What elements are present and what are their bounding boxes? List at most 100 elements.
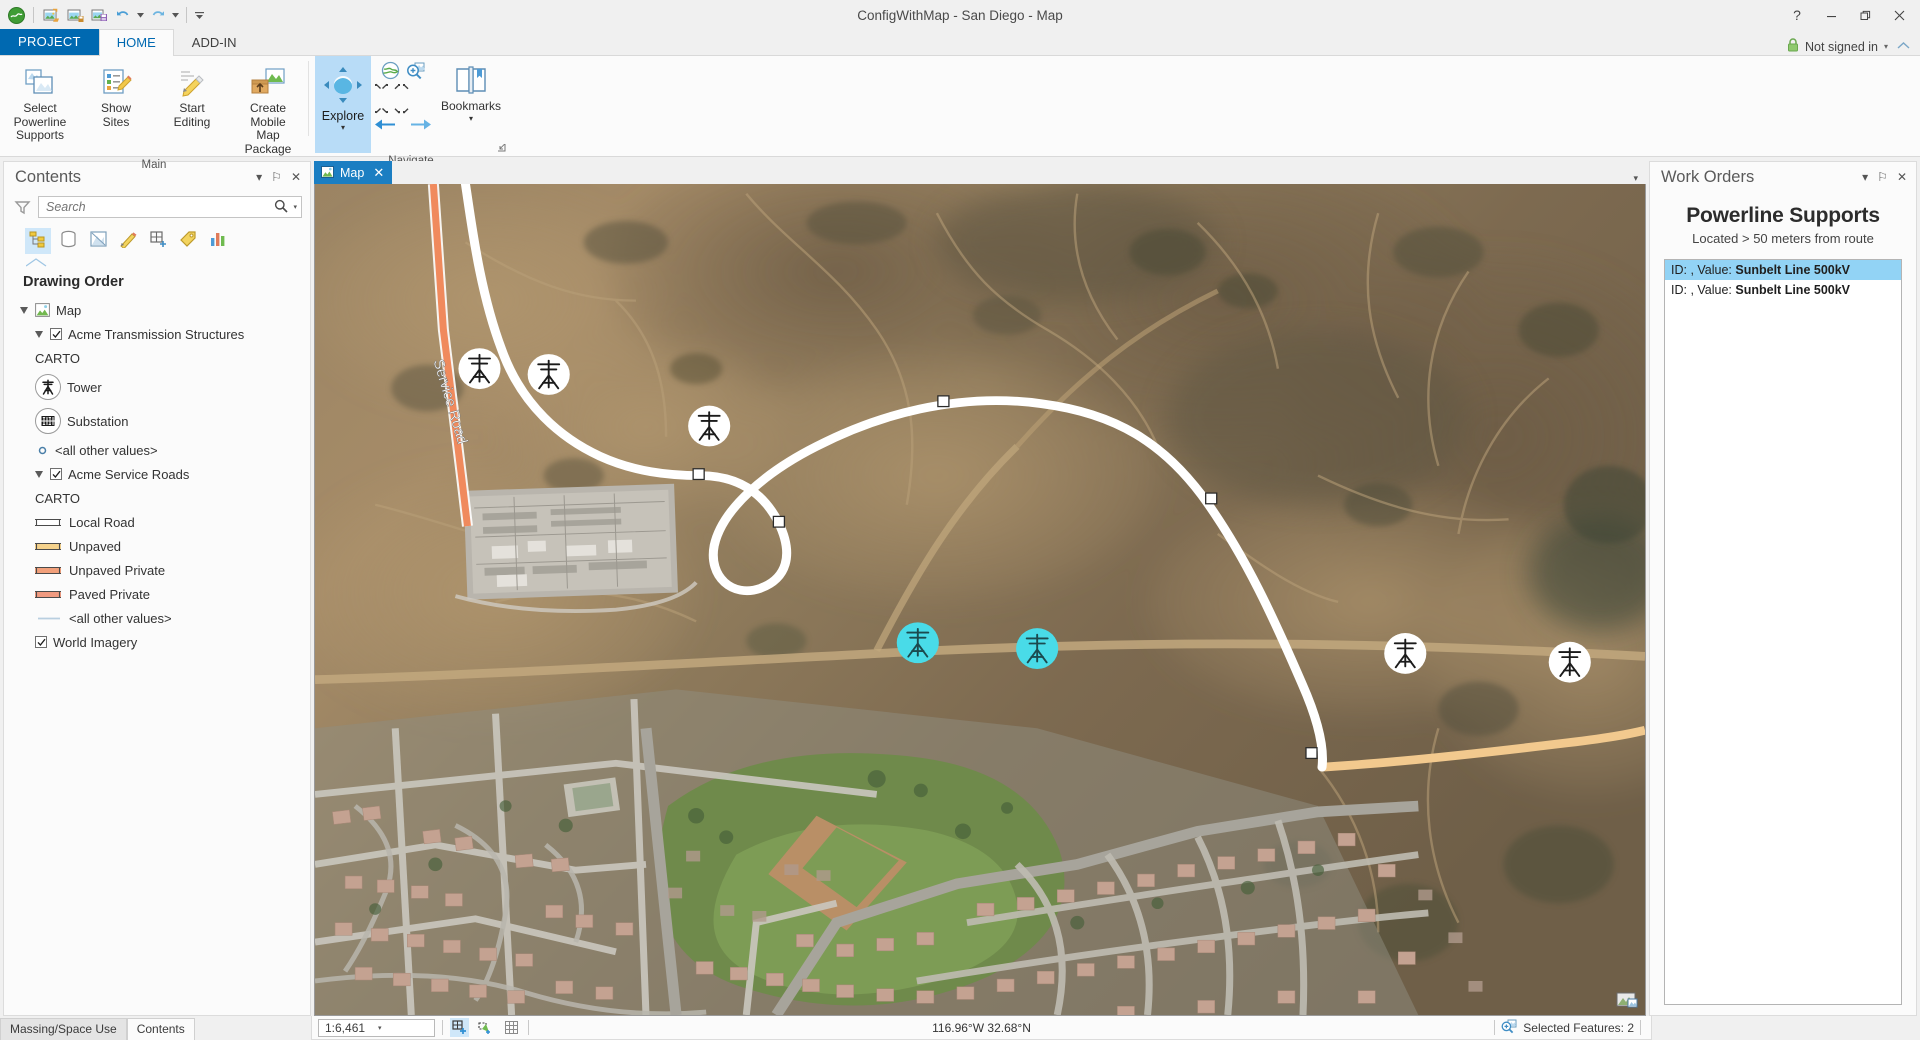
account-caret-icon[interactable]: ▾ bbox=[1884, 42, 1888, 51]
lock-icon bbox=[1787, 38, 1799, 55]
save-project-as-icon[interactable] bbox=[88, 4, 110, 26]
list-by-charts-button[interactable] bbox=[205, 228, 231, 254]
bookmarks-book-icon bbox=[453, 62, 489, 98]
tab-add-in[interactable]: ADD-IN bbox=[174, 29, 255, 55]
create-mobile-map-package-button[interactable]: Create Mobile Map Package bbox=[230, 59, 306, 157]
zoom-previous-corners-icon[interactable] bbox=[374, 99, 389, 114]
layer-visibility-checkbox[interactable] bbox=[50, 468, 62, 480]
navigate-dialog-launcher[interactable] bbox=[497, 143, 506, 154]
fixed-zoom-in-icon[interactable] bbox=[406, 60, 426, 80]
btn-line2: Sites bbox=[102, 114, 130, 129]
search-icon[interactable] bbox=[274, 199, 289, 216]
toc-item-carto-structures[interactable]: CARTO bbox=[4, 346, 310, 370]
toc-item-map[interactable]: Map bbox=[4, 298, 310, 322]
full-extent-icon[interactable] bbox=[380, 60, 400, 80]
start-editing-button[interactable]: Start Editing bbox=[154, 59, 230, 130]
map-overlay-icon[interactable] bbox=[1616, 990, 1638, 1008]
account-status[interactable]: Not signed in ▾ bbox=[1787, 38, 1920, 55]
toc-item-carto-roads[interactable]: CARTO bbox=[4, 486, 310, 510]
tab-map[interactable]: Map ✕ bbox=[314, 161, 393, 184]
select-powerline-supports-button[interactable]: Select Powerline Supports bbox=[2, 59, 78, 144]
search-dropdown-icon[interactable]: ▾ bbox=[291, 203, 297, 211]
list-item[interactable]: ID: , Value: Sunbelt Line 500kV bbox=[1665, 280, 1901, 300]
toc-label-carto: CARTO bbox=[35, 350, 81, 366]
work-orders-pin-button[interactable]: ⚐ bbox=[1877, 171, 1888, 183]
undo-icon[interactable] bbox=[112, 4, 134, 26]
explore-button[interactable]: Explore ▾ bbox=[315, 56, 371, 153]
toc-label-carto-roads: CARTO bbox=[35, 490, 81, 506]
help-button[interactable]: ? bbox=[1780, 1, 1814, 29]
list-by-snapping-button[interactable] bbox=[145, 228, 171, 254]
snapping-grid-icon bbox=[149, 230, 168, 251]
list-by-drawing-order-button[interactable] bbox=[25, 227, 51, 254]
filter-funnel-icon[interactable] bbox=[14, 199, 31, 216]
close-button[interactable] bbox=[1882, 1, 1916, 29]
basemap-visibility-checkbox[interactable] bbox=[35, 636, 47, 648]
redo-icon[interactable] bbox=[147, 4, 169, 26]
tab-home[interactable]: HOME bbox=[98, 29, 174, 56]
small-circle-symbol-icon bbox=[35, 446, 49, 455]
bookmarks-dropdown-icon[interactable]: ▾ bbox=[469, 114, 473, 123]
toc-item-unpaved[interactable]: Unpaved bbox=[4, 534, 310, 558]
work-order-value: Sunbelt Line 500kV bbox=[1735, 263, 1851, 277]
collapse-ribbon-icon[interactable] bbox=[1897, 41, 1910, 53]
bookmarks-button[interactable]: Bookmarks ▾ bbox=[435, 56, 507, 124]
tab-project[interactable]: PROJECT bbox=[0, 29, 99, 55]
next-extent-arrow-icon[interactable] bbox=[410, 117, 432, 135]
drawing-order-icon bbox=[29, 230, 48, 251]
list-by-editing-button[interactable] bbox=[115, 228, 141, 254]
tab-map-close-icon[interactable]: ✕ bbox=[373, 166, 384, 179]
app-logo-icon[interactable] bbox=[5, 4, 27, 26]
work-orders-menu-button[interactable]: ▾ bbox=[1862, 171, 1868, 183]
open-project-icon[interactable] bbox=[40, 4, 62, 26]
status-tab-massing-space-use[interactable]: Massing/Space Use bbox=[0, 1018, 127, 1040]
toc-item-paved-private[interactable]: Paved Private bbox=[4, 582, 310, 606]
toc-item-world-imagery[interactable]: World Imagery bbox=[4, 630, 310, 654]
toc-item-all-other-values-structures[interactable]: <all other values> bbox=[4, 438, 310, 462]
scale-dropdown-icon[interactable]: ▾ bbox=[378, 1024, 431, 1032]
expander-icon[interactable] bbox=[35, 470, 44, 479]
previous-extent-arrow-icon[interactable] bbox=[374, 117, 396, 135]
work-orders-close-button[interactable]: ✕ bbox=[1897, 171, 1907, 183]
status-bar-wrapper: Massing/Space Use Contents 1:6,461 ▾ 116… bbox=[0, 1016, 1920, 1040]
zoom-next-corners-icon[interactable] bbox=[394, 99, 409, 114]
toc-item-substation[interactable]: Substation bbox=[4, 404, 310, 438]
search-input[interactable] bbox=[46, 200, 275, 214]
list-item[interactable]: ID: , Value: Sunbelt Line 500kV bbox=[1665, 260, 1901, 280]
search-input-wrapper[interactable]: ▾ bbox=[38, 196, 302, 218]
expander-icon[interactable] bbox=[35, 330, 44, 339]
grid-toggle-icon[interactable] bbox=[502, 1018, 521, 1037]
map-canvas[interactable]: Service Road bbox=[314, 184, 1646, 1016]
list-by-selection-button[interactable] bbox=[85, 228, 111, 254]
show-sites-button[interactable]: Show Sites bbox=[78, 59, 154, 130]
status-divider-2 bbox=[528, 1020, 529, 1035]
customize-qat-icon[interactable] bbox=[193, 4, 205, 26]
minimize-button[interactable] bbox=[1814, 1, 1848, 29]
scale-selector[interactable]: 1:6,461 ▾ bbox=[318, 1018, 435, 1037]
undo-dropdown-icon[interactable] bbox=[136, 4, 145, 26]
list-by-labeling-button[interactable] bbox=[175, 228, 201, 254]
layer-visibility-checkbox[interactable] bbox=[50, 328, 62, 340]
map-tabs-overflow-icon[interactable]: ▾ bbox=[1633, 173, 1646, 184]
toc-item-unpaved-private[interactable]: Unpaved Private bbox=[4, 558, 310, 582]
toc-item-local-road[interactable]: Local Road bbox=[4, 510, 310, 534]
expander-icon[interactable] bbox=[20, 306, 29, 315]
restore-button[interactable] bbox=[1848, 1, 1882, 29]
selection-tools-icon[interactable] bbox=[476, 1018, 495, 1037]
toc-item-all-other-values-roads[interactable]: <all other values> bbox=[4, 606, 310, 630]
explore-dropdown-icon[interactable]: ▾ bbox=[341, 124, 345, 132]
save-project-icon[interactable] bbox=[64, 4, 86, 26]
select-by-rectangle-icon[interactable] bbox=[450, 1018, 469, 1037]
toc-item-tower[interactable]: Tower bbox=[4, 370, 310, 404]
toc-item-acme-service-roads[interactable]: Acme Service Roads bbox=[4, 462, 310, 486]
list-by-data-source-button[interactable] bbox=[55, 228, 81, 254]
zoom-out-corners-icon[interactable] bbox=[394, 83, 409, 98]
zoom-in-corners-icon[interactable] bbox=[374, 83, 389, 98]
status-divider-4 bbox=[1640, 1020, 1641, 1035]
status-tab-contents[interactable]: Contents bbox=[126, 1018, 195, 1040]
toc-item-acme-transmission-structures[interactable]: Acme Transmission Structures bbox=[4, 322, 310, 346]
ribbon-group-main-label: Main bbox=[141, 159, 167, 171]
work-orders-list[interactable]: ID: , Value: Sunbelt Line 500kV ID: , Va… bbox=[1664, 259, 1902, 1005]
toc-label-local-road: Local Road bbox=[69, 514, 135, 530]
redo-dropdown-icon[interactable] bbox=[171, 4, 180, 26]
